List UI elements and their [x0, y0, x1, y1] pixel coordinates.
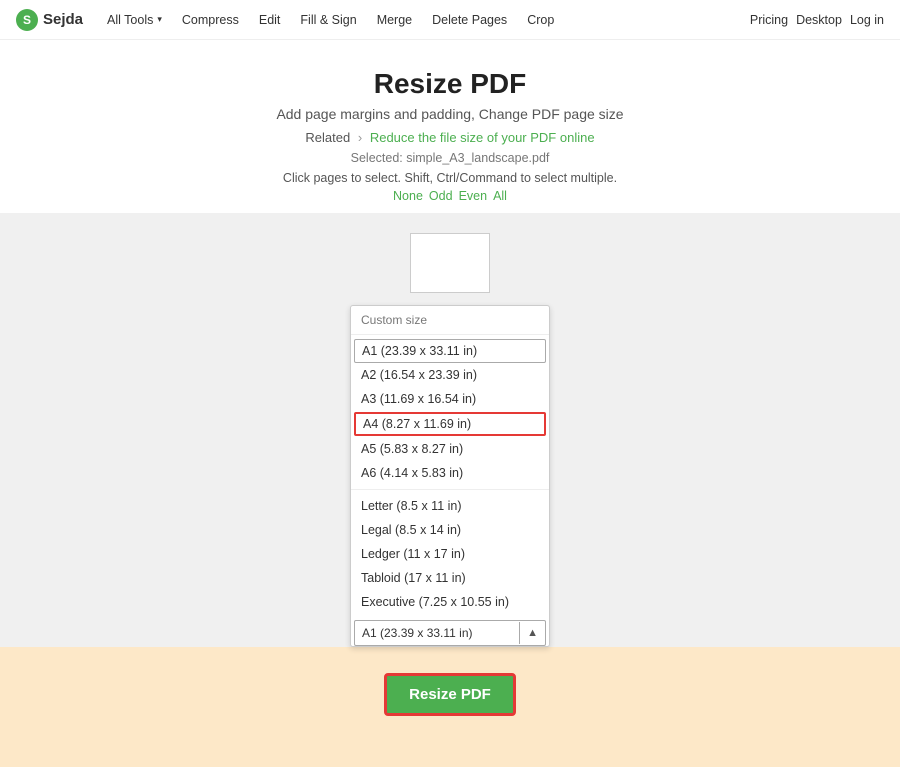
dropdown-header: Custom size	[351, 306, 549, 335]
dropdown-item-tabloid[interactable]: Tabloid (17 x 11 in)	[351, 566, 549, 590]
nav-link-delete-pages[interactable]: Delete Pages	[424, 9, 515, 31]
chevron-down-icon: ▾	[157, 14, 162, 25]
hero-subtitle: Add page margins and padding, Change PDF…	[16, 106, 884, 122]
nav-right: Pricing Desktop Log in	[750, 13, 884, 27]
dropdown-item-executive[interactable]: Executive (7.25 x 10.55 in)	[351, 590, 549, 614]
nav-link-fill-sign[interactable]: Fill & Sign	[292, 9, 364, 31]
page-title: Resize PDF	[16, 68, 884, 100]
logo[interactable]: S Sejda	[16, 9, 83, 31]
dropdown-divider	[351, 489, 549, 490]
bottom-area: Resize PDF	[0, 647, 900, 767]
related-label: Related	[305, 130, 350, 145]
nav-link-all-tools[interactable]: All Tools ▾	[99, 9, 170, 31]
select-all[interactable]: All	[493, 189, 507, 203]
main-area: Custom size A1 (23.39 x 33.11 in) A2 (16…	[0, 213, 900, 647]
related-arrow-icon: ›	[358, 130, 362, 145]
logo-text: Sejda	[43, 11, 83, 28]
selected-file-label: Selected: simple_A3_landscape.pdf	[16, 151, 884, 165]
dropdown-item-a6[interactable]: A6 (4.14 x 5.83 in)	[351, 461, 549, 485]
logo-letter: S	[23, 13, 31, 27]
select-odd[interactable]: Odd	[429, 189, 453, 203]
hero-related: Related › Reduce the file size of your P…	[16, 130, 884, 145]
dropdown-item-ledger[interactable]: Ledger (11 x 17 in)	[351, 542, 549, 566]
dropdown-select-row: A1 (23.39 x 33.11 in) ▲	[354, 620, 546, 646]
size-dropdown: Custom size A1 (23.39 x 33.11 in) A2 (16…	[350, 305, 550, 647]
dropdown-item-a3[interactable]: A3 (11.69 x 16.54 in)	[351, 387, 549, 411]
dropdown-item-a2[interactable]: A2 (16.54 x 23.39 in)	[351, 363, 549, 387]
resize-pdf-button[interactable]: Resize PDF	[384, 673, 516, 716]
nav-link-edit[interactable]: Edit	[251, 9, 289, 31]
navbar: S Sejda All Tools ▾ Compress Edit Fill &…	[0, 0, 900, 40]
nav-login[interactable]: Log in	[850, 13, 884, 27]
dropdown-select-value: A1 (23.39 x 33.11 in)	[355, 621, 519, 645]
hero-section: Resize PDF Add page margins and padding,…	[0, 40, 900, 213]
nav-link-compress[interactable]: Compress	[174, 9, 247, 31]
nav-link-merge[interactable]: Merge	[369, 9, 420, 31]
nav-desktop[interactable]: Desktop	[796, 13, 842, 27]
dropdown-select-arrow-icon[interactable]: ▲	[519, 622, 545, 644]
instruction-text: Click pages to select. Shift, Ctrl/Comma…	[16, 171, 884, 185]
select-even[interactable]: Even	[459, 189, 488, 203]
nav-pricing[interactable]: Pricing	[750, 13, 788, 27]
dropdown-item-a4[interactable]: A4 (8.27 x 11.69 in)	[354, 412, 546, 436]
nav-links: All Tools ▾ Compress Edit Fill & Sign Me…	[99, 9, 750, 31]
dropdown-item-legal[interactable]: Legal (8.5 x 14 in)	[351, 518, 549, 542]
select-none[interactable]: None	[393, 189, 423, 203]
logo-icon: S	[16, 9, 38, 31]
select-links-row: None Odd Even All	[16, 189, 884, 203]
dropdown-item-letter[interactable]: Letter (8.5 x 11 in)	[351, 494, 549, 518]
dropdown-item-a5[interactable]: A5 (5.83 x 8.27 in)	[351, 437, 549, 461]
pdf-page-preview	[410, 233, 490, 293]
dropdown-item-a1[interactable]: A1 (23.39 x 33.11 in)	[354, 339, 546, 363]
related-link[interactable]: Reduce the file size of your PDF online	[370, 130, 595, 145]
nav-link-crop[interactable]: Crop	[519, 9, 562, 31]
